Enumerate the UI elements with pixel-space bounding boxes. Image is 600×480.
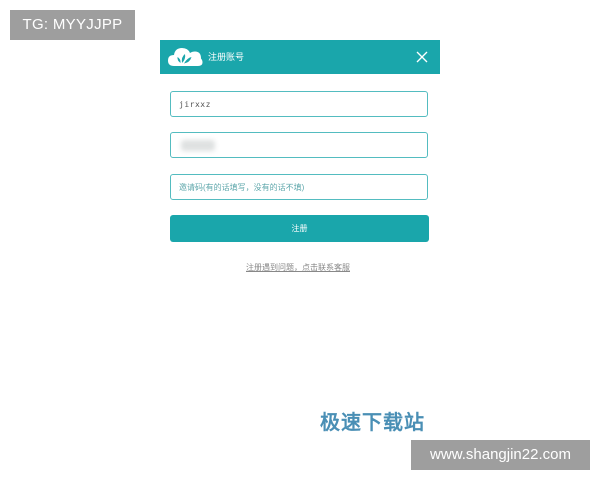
dialog-header: 注册账号 [160,40,440,74]
password-field [170,132,428,158]
site-name-watermark: 极速下载站 [320,410,425,434]
blurred-password-value [181,140,215,151]
invite-code-input[interactable] [171,175,427,200]
site-url-watermark: www.shangjin22.com [411,440,590,470]
close-icon[interactable] [416,51,428,63]
register-button[interactable]: 注册 [170,215,429,242]
username-input[interactable] [171,92,427,117]
dialog-title: 注册账号 [208,53,245,63]
invite-code-field [170,174,428,200]
tg-watermark: TG: MYYJJPP [10,10,135,40]
cloud-logo-icon [168,48,203,66]
contact-support-link[interactable]: 注册遇到问题，点击联系客服 [160,262,436,273]
register-dialog: 注册账号 注册 注册遇到问题，点击联系客服 [160,40,440,280]
username-field [170,91,428,117]
